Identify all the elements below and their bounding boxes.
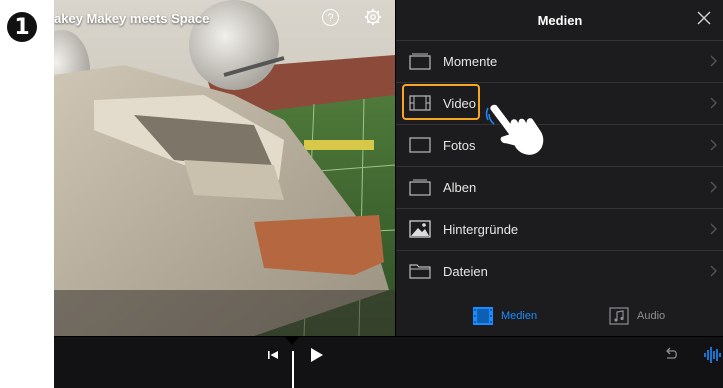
media-category-list: Momente Video Fotos Alben Hintergründe D… [396, 40, 723, 292]
menu-item-label: Alben [443, 180, 477, 195]
menu-item-label: Fotos [443, 138, 476, 153]
menu-item-fotos[interactable]: Fotos [396, 124, 723, 166]
chevron-right-icon [710, 97, 717, 109]
undo-icon[interactable] [663, 347, 679, 363]
moments-icon [409, 53, 431, 70]
tab-media-label: Medien [501, 310, 538, 322]
chevron-right-icon [710, 55, 717, 67]
project-title: akey Makey meets Space [54, 11, 210, 26]
menu-item-momente[interactable]: Momente [396, 40, 723, 82]
step-number-badge: 1 [7, 12, 37, 42]
albums-icon [409, 179, 431, 196]
tab-audio-label: Audio [637, 310, 666, 322]
play-icon[interactable] [310, 347, 324, 363]
settings-gear-icon[interactable] [364, 8, 382, 26]
chevron-right-icon [710, 223, 717, 235]
timeline-bar[interactable] [54, 336, 723, 388]
video-preview[interactable]: akey Makey meets Space ? [54, 0, 395, 336]
playhead-notch [284, 336, 300, 345]
menu-item-dateien[interactable]: Dateien [396, 250, 723, 292]
playhead[interactable] [292, 351, 294, 388]
panel-title: Medien [537, 13, 583, 28]
media-tab-bar: Medien Audio [396, 296, 723, 336]
tab-audio[interactable]: Audio [609, 307, 665, 325]
photo-frame-icon [409, 137, 431, 153]
menu-item-label: Dateien [443, 264, 488, 279]
imovie-app: akey Makey meets Space ? Medien Momente … [54, 0, 723, 388]
help-button[interactable]: ? [322, 9, 339, 26]
chevron-right-icon [710, 265, 717, 277]
tap-hand-pointer-icon [485, 103, 545, 157]
music-note-icon [609, 307, 629, 325]
audio-waveform-icon[interactable] [703, 346, 721, 364]
selection-highlight [402, 84, 480, 120]
preview-frame-image [54, 0, 395, 336]
menu-item-label: Hintergründe [443, 222, 519, 237]
skip-to-start-icon[interactable] [267, 349, 279, 361]
media-browser-panel: Medien Momente Video Fotos Alben Hinterg… [395, 0, 723, 336]
panel-header: Medien [396, 0, 723, 38]
media-filmstrip-icon [473, 307, 493, 325]
menu-item-alben[interactable]: Alben [396, 166, 723, 208]
backgrounds-icon [409, 220, 431, 238]
menu-item-hintergruende[interactable]: Hintergründe [396, 208, 723, 250]
chevron-right-icon [710, 139, 717, 151]
menu-item-video[interactable]: Video [396, 82, 723, 124]
folder-icon [409, 264, 431, 279]
chevron-right-icon [710, 181, 717, 193]
menu-item-label: Momente [443, 54, 498, 69]
close-icon[interactable] [696, 10, 712, 26]
tab-media[interactable]: Medien [473, 307, 537, 325]
